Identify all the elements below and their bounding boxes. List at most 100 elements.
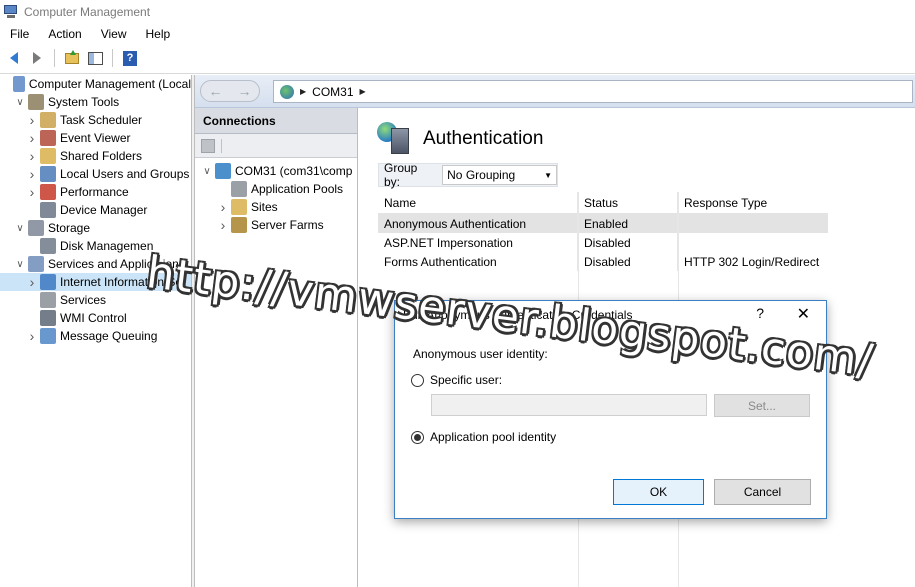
page-title: Authentication (423, 128, 544, 149)
chevron-right-icon[interactable]: › (26, 184, 38, 200)
chevron-right-icon[interactable]: › (26, 112, 38, 128)
console-tree-icon (87, 51, 103, 65)
chevron-right-icon[interactable]: › (26, 130, 38, 146)
event-viewer-icon (40, 130, 56, 146)
cell-response-type: HTTP 302 Login/Redirect (684, 254, 820, 269)
cancel-button[interactable]: Cancel (714, 479, 811, 505)
tools-icon (28, 94, 44, 110)
ok-button[interactable]: OK (613, 479, 704, 505)
dialog-help-icon[interactable]: ? (756, 305, 764, 321)
menu-file[interactable]: File (0, 27, 38, 41)
chevron-right-icon[interactable]: › (26, 274, 38, 290)
tree-item[interactable]: › Event Viewer (0, 129, 191, 147)
forward-button[interactable] (27, 48, 47, 68)
tree-item[interactable]: Device Manager (0, 201, 191, 219)
storage-icon (28, 220, 44, 236)
column-header-name[interactable]: Name (378, 192, 578, 213)
tree-item[interactable]: Services (0, 291, 191, 309)
chevron-down-icon[interactable]: ∨ (14, 258, 26, 270)
connection-item[interactable]: ∨ COM31 (com31\comp (195, 162, 357, 180)
table-row[interactable]: Forms Authentication Disabled HTTP 302 L… (378, 252, 828, 271)
tree-item[interactable]: WMI Control (0, 309, 191, 327)
chevron-down-icon[interactable]: ∨ (201, 165, 213, 177)
tree-item[interactable]: › Shared Folders (0, 147, 191, 165)
menu-action[interactable]: Action (38, 27, 90, 41)
tree-label: System Tools (48, 95, 120, 109)
dialog-title: Edit Anonymous Authentication Credential… (403, 308, 633, 322)
specific-user-label: Specific user: (430, 373, 503, 387)
address-bar[interactable]: ▶ COM31 ▶ (273, 80, 913, 103)
connection-item[interactable]: Application Pools (195, 180, 357, 198)
chevron-right-icon[interactable]: › (26, 148, 38, 164)
breadcrumb-arrow-icon[interactable]: ▶ (360, 87, 366, 96)
close-icon[interactable]: ✕ (797, 304, 810, 324)
toolbar-separator (221, 138, 222, 153)
message-queue-icon (40, 328, 56, 344)
group-by-label: Group by: (384, 161, 418, 189)
tree-label: Shared Folders (60, 149, 143, 163)
console-tree: Computer Management (Local ∨ System Tools ›… (0, 75, 191, 587)
tree-item[interactable]: › Message Queuing (0, 327, 191, 345)
connections-tree: ∨ COM31 (com31\comp Application Pools › Site… (195, 158, 357, 234)
column-header-response-type[interactable]: Response Type (678, 192, 828, 213)
up-one-level-button[interactable] (62, 48, 82, 68)
no-entry-icon (40, 184, 56, 200)
tree-item[interactable]: › Internet Information Se (0, 273, 191, 291)
cell-status: Disabled (578, 252, 678, 271)
folder-up-icon (65, 49, 79, 64)
menu-view[interactable]: View (91, 27, 136, 41)
breadcrumb-server[interactable]: COM31 (312, 85, 353, 99)
app-pool-identity-radio[interactable] (411, 430, 424, 444)
cell-response-type (678, 214, 828, 233)
chevron-down-icon[interactable]: ∨ (14, 222, 26, 234)
server-globe-icon (280, 84, 294, 99)
set-button: Set... (714, 394, 810, 417)
connection-item[interactable]: › Server Farms (195, 216, 357, 234)
tree-item[interactable]: › Performance (0, 183, 191, 201)
help-button[interactable]: ? (120, 48, 140, 68)
tree-item[interactable]: ∨ Storage (0, 219, 191, 237)
connection-item[interactable]: › Sites (195, 198, 357, 216)
services-apps-icon (28, 256, 44, 272)
iis-forward-arrow-icon[interactable]: → (238, 83, 252, 99)
tree-label: Local Users and Groups (60, 167, 190, 181)
chevron-right-icon[interactable]: › (26, 328, 38, 344)
tree-item[interactable]: ∨ System Tools (0, 93, 191, 111)
address-band: ← → ▶ COM31 ▶ (195, 75, 915, 108)
specific-user-option[interactable]: Specific user: (411, 373, 502, 387)
tree-item[interactable]: Disk Managemen (0, 237, 191, 255)
create-connection-icon[interactable] (201, 138, 215, 153)
chevron-right-icon[interactable]: › (217, 217, 229, 233)
group-by-select[interactable]: No Grouping ▼ (442, 165, 557, 185)
tree-item[interactable]: ∨ Services and Applica ion (0, 255, 191, 273)
forward-arrow-icon (33, 52, 41, 64)
connection-label: Server Farms (251, 218, 324, 232)
tree-label: Storage (48, 221, 91, 235)
back-button[interactable] (4, 48, 24, 68)
iis-back-arrow-icon[interactable]: ← (209, 83, 223, 99)
menu-help[interactable]: Help (136, 27, 180, 41)
tree-label: Device Manager (60, 203, 148, 217)
cell-response-type (678, 233, 828, 252)
table-row[interactable]: Anonymous Authentication Enabled (378, 214, 828, 233)
toolbar-divider (0, 73, 915, 74)
app-pool-identity-option[interactable]: Application pool identity (411, 430, 556, 444)
tree-item[interactable]: › Task Scheduler (0, 111, 191, 129)
specific-user-radio[interactable] (411, 373, 424, 387)
chevron-right-icon[interactable]: › (26, 166, 38, 182)
show-hide-tree-button[interactable] (85, 48, 105, 68)
title-bar: Computer Management (0, 0, 915, 24)
breadcrumb-arrow-icon[interactable]: ▶ (300, 87, 306, 96)
table-row[interactable]: ASP.NET Impersonation Disabled (378, 233, 828, 252)
column-header-status[interactable]: Status (578, 192, 678, 213)
connection-label: COM31 (com31\comp (235, 164, 353, 178)
tree-label: Services (60, 293, 107, 307)
edit-anonymous-credentials-dialog: Edit Anonymous Authentication Credential… (394, 300, 827, 519)
tree-item[interactable]: Computer Management (Local (0, 75, 191, 93)
chevron-right-icon[interactable]: › (217, 199, 229, 215)
chevron-down-icon[interactable]: ∨ (14, 96, 26, 108)
tree-item[interactable]: › Local Users and Groups (0, 165, 191, 183)
